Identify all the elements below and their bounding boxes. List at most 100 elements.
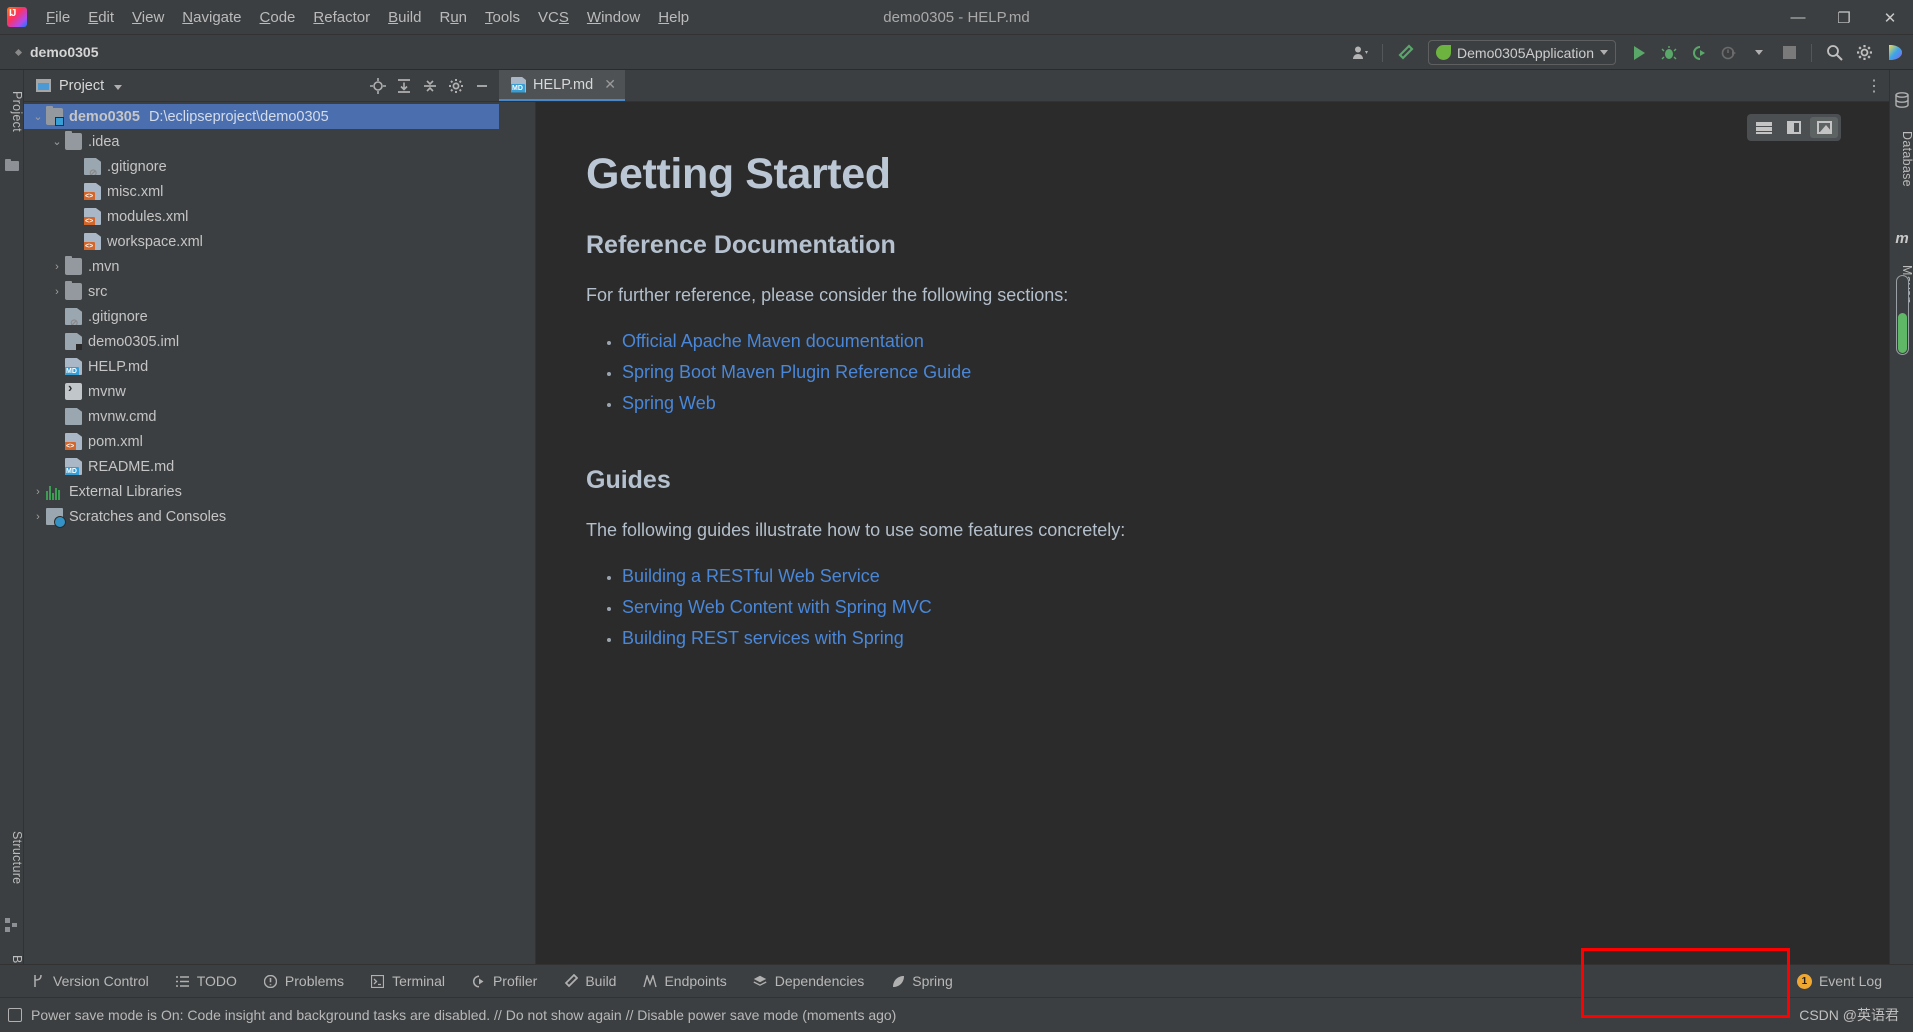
bottom-item-spring[interactable]: Spring <box>877 965 965 998</box>
stripe-item-database[interactable]: Database <box>1890 114 1913 204</box>
settings-gear-icon[interactable] <box>443 73 469 99</box>
chevron-right-icon[interactable]: › <box>49 261 65 273</box>
hide-tool-window-icon[interactable] <box>469 73 495 99</box>
menu-run[interactable]: Run <box>430 5 476 30</box>
database-icon[interactable] <box>1894 92 1910 108</box>
tree-item-mvnw-cmd[interactable]: mvnw.cmd <box>24 404 499 429</box>
window-controls: — ❐ ✕ <box>1775 0 1913 35</box>
chevron-down-icon[interactable]: ⌄ <box>49 135 65 148</box>
menu-tools[interactable]: Tools <box>476 5 529 30</box>
chevron-right-icon[interactable]: › <box>30 486 46 498</box>
tree-item-path: D:\eclipseproject\demo0305 <box>148 108 329 125</box>
bottom-item-dependencies[interactable]: Dependencies <box>740 965 878 998</box>
project-view-chevron-down-icon[interactable] <box>114 77 123 95</box>
bottom-item-event-log[interactable]: 1 Event Log <box>1784 965 1895 998</box>
build-hammer-icon[interactable] <box>1392 40 1418 66</box>
editor-tab-label: HELP.md <box>533 76 594 93</box>
bottom-item-build[interactable]: Build <box>550 965 629 998</box>
tree-item-mvnw[interactable]: mvnw <box>24 379 499 404</box>
maximize-button[interactable]: ❐ <box>1821 0 1867 35</box>
link-building-rest-services-with-spring[interactable]: Building REST services with Spring <box>622 628 904 648</box>
minimize-button[interactable]: — <box>1775 0 1821 35</box>
tree-item-mvn[interactable]: › .mvn <box>24 254 499 279</box>
tree-item-pom-xml[interactable]: <> pom.xml <box>24 429 499 454</box>
bottom-item-version-control[interactable]: Version Control <box>18 965 162 998</box>
expand-all-icon[interactable] <box>391 73 417 99</box>
tree-item-modules-xml[interactable]: <> modules.xml <box>24 204 499 229</box>
stripe-item-project[interactable]: Project <box>0 72 24 152</box>
breadcrumb[interactable]: demo0305 <box>14 44 98 60</box>
tree-item-demo0305-iml[interactable]: demo0305.iml <box>24 329 499 354</box>
user-account-icon[interactable] <box>1347 40 1373 66</box>
page-title: Getting Started <box>586 150 891 198</box>
menu-window[interactable]: Window <box>578 5 649 30</box>
close-icon[interactable]: ✕ <box>604 76 616 93</box>
run-icon[interactable] <box>1626 40 1652 66</box>
spring-leaf-icon <box>890 974 905 989</box>
tree-item-label: .gitignore <box>88 308 148 325</box>
menu-navigate[interactable]: Navigate <box>173 5 250 30</box>
project-tree[interactable]: ⌄ demo0305 D:\eclipseproject\demo0305 ⌄ .ide… <box>24 102 499 529</box>
maven-m-icon[interactable]: m <box>1894 230 1910 247</box>
tree-item-idea[interactable]: ⌄ .idea <box>24 129 499 154</box>
stripe-item-structure[interactable]: Structure <box>0 805 24 910</box>
menu-vcs[interactable]: VCS <box>529 5 578 30</box>
run-with-coverage-icon[interactable] <box>1686 40 1712 66</box>
bottom-item-profiler[interactable]: Profiler <box>458 965 550 998</box>
menu-view[interactable]: View <box>123 5 173 30</box>
collapse-all-icon[interactable] <box>417 73 443 99</box>
tree-item-scratches-and-consoles[interactable]: › Scratches and Consoles <box>24 504 499 529</box>
tree-item-external-libraries[interactable]: › External Libraries <box>24 479 499 504</box>
link-spring-boot-maven-plugin-reference-guide[interactable]: Spring Boot Maven Plugin Reference Guide <box>622 362 971 382</box>
close-button[interactable]: ✕ <box>1867 0 1913 35</box>
bottom-item-endpoints[interactable]: Endpoints <box>629 965 739 998</box>
problems-icon <box>263 974 278 989</box>
tree-item-src[interactable]: › src <box>24 279 499 304</box>
notification-icon[interactable] <box>8 1008 22 1022</box>
more-vertical-icon[interactable]: ⋮ <box>1859 70 1889 101</box>
settings-gear-icon[interactable] <box>1851 40 1877 66</box>
ide-assistant-icon[interactable] <box>1881 40 1907 66</box>
preview-gutter <box>499 102 536 964</box>
menu-help[interactable]: Help <box>649 5 698 30</box>
chevron-down-icon[interactable]: ⌄ <box>30 110 46 123</box>
bottom-item-terminal[interactable]: Terminal <box>357 965 458 998</box>
chevron-right-icon[interactable]: › <box>30 511 46 523</box>
link-official-apache-maven-documentation[interactable]: Official Apache Maven documentation <box>622 331 924 351</box>
tree-item-demo0305[interactable]: ⌄ demo0305 D:\eclipseproject\demo0305 <box>24 104 499 129</box>
run-configuration-selector[interactable]: Demo0305Application <box>1428 40 1616 65</box>
bottom-item-label: Spring <box>912 973 953 989</box>
bottom-item-problems[interactable]: Problems <box>250 965 357 998</box>
tree-item-misc-xml[interactable]: <> misc.xml <box>24 179 499 204</box>
tree-item-help-md[interactable]: MD HELP.md <box>24 354 499 379</box>
menu-code[interactable]: Code <box>251 5 305 30</box>
bottom-tool-window-bar: Version Control TODO Problems Terminal P… <box>0 964 1913 997</box>
tree-item-readme-md[interactable]: MD README.md <box>24 454 499 479</box>
tree-item-gitignore[interactable]: ⊘ .gitignore <box>24 304 499 329</box>
chevron-right-icon[interactable]: › <box>49 286 65 298</box>
menu-refactor[interactable]: Refactor <box>304 5 379 30</box>
tree-item-gitignore[interactable]: ⊘ .gitignore <box>24 154 499 179</box>
search-everywhere-icon[interactable] <box>1821 40 1847 66</box>
status-message[interactable]: Power save mode is On: Code insight and … <box>31 1007 896 1023</box>
profiler-icon[interactable] <box>1716 40 1742 66</box>
link-building-a-restful-web-service[interactable]: Building a RESTful Web Service <box>622 566 880 586</box>
tree-item-workspace-xml[interactable]: <> workspace.xml <box>24 229 499 254</box>
menu-edit[interactable]: Edit <box>79 5 123 30</box>
menu-file[interactable]: File <box>37 5 79 30</box>
scratches-icon <box>46 508 66 528</box>
stop-icon[interactable] <box>1776 40 1802 66</box>
link-serving-web-content-with-spring-mvc[interactable]: Serving Web Content with Spring MVC <box>622 597 932 617</box>
profiler-dropdown-icon[interactable] <box>1746 40 1772 66</box>
tree-item-label: External Libraries <box>69 483 182 500</box>
debug-icon[interactable] <box>1656 40 1682 66</box>
project-icon[interactable] <box>5 158 19 172</box>
editor-tab-help-md[interactable]: MD HELP.md ✕ <box>499 70 625 101</box>
locate-file-icon[interactable] <box>365 73 391 99</box>
bottom-item-todo[interactable]: TODO <box>162 965 250 998</box>
project-panel-title: Project <box>59 77 105 94</box>
menu-build[interactable]: Build <box>379 5 430 30</box>
structure-icon[interactable] <box>5 918 19 932</box>
link-spring-web[interactable]: Spring Web <box>622 393 716 413</box>
xml-file-icon: <> <box>84 233 101 250</box>
